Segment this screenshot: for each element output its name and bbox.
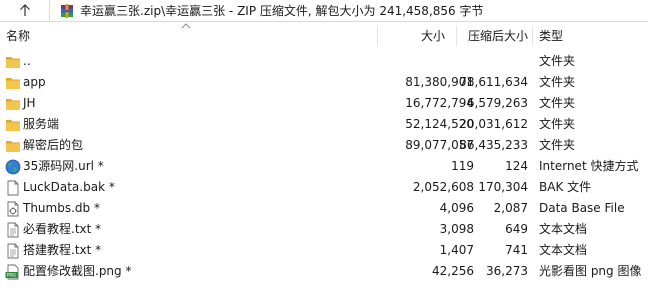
folder-up-icon: [6, 57, 20, 68]
column-header: 名称 大小 压缩后大小 类型: [0, 22, 648, 49]
folder-icon: [6, 120, 20, 131]
file-size: 16,772,794: [405, 96, 474, 110]
file-packed-size: 86,435,233: [459, 138, 528, 152]
path-field[interactable]: 幸运赢三张.zip\幸运赢三张 - ZIP 压缩文件, 解包大小为 241,45…: [50, 0, 648, 21]
file-name: Thumbs.db *: [23, 201, 100, 215]
file-row-luckdata[interactable]: LuckData.bak * 2,052,608 170,304 BAK 文件: [0, 177, 648, 198]
column-name-label: 名称: [6, 29, 31, 43]
winrar-archive-icon: [61, 3, 73, 18]
file-type: Internet 快捷方式: [539, 159, 639, 173]
file-name: 服务端: [23, 117, 60, 131]
folder-icon: [6, 78, 20, 89]
file-type: 文件夹: [539, 54, 576, 68]
file-name: 必看教程.txt *: [23, 222, 102, 236]
folder-icon: [6, 141, 20, 152]
file-packed-size: 78,611,634: [459, 75, 528, 89]
path-bar: 幸运赢三张.zip\幸运赢三张 - ZIP 压缩文件, 解包大小为 241,45…: [0, 0, 648, 22]
file-type: 文件夹: [539, 138, 576, 152]
file-name: 解密后的包: [23, 138, 84, 152]
file-size: 42,256: [432, 264, 474, 278]
file-name: LuckData.bak *: [23, 180, 115, 194]
file-packed-size: 170,304: [478, 180, 528, 194]
column-packed-size-label: 压缩后大小: [467, 29, 528, 43]
file-row-must-read-tutorial[interactable]: 必看教程.txt * 3,098 649 文本文档: [0, 219, 648, 240]
file-type: 文件夹: [539, 75, 576, 89]
file-type: 文本文档: [539, 222, 588, 236]
file-name: app: [23, 75, 46, 89]
column-type-label: 类型: [539, 29, 564, 43]
file-name: JH: [23, 96, 36, 110]
file-row-app[interactable]: app 81,380,901 78,611,634 文件夹: [0, 72, 648, 93]
internet-shortcut-icon: [5, 159, 21, 175]
file-packed-size: 649: [505, 222, 528, 236]
chevron-up-icon: [181, 23, 191, 29]
column-type[interactable]: 类型: [539, 22, 639, 49]
database-file-icon: [7, 201, 19, 217]
file-type: 文件夹: [539, 96, 576, 110]
file-type: BAK 文件: [539, 180, 592, 194]
file-packed-size: 741: [505, 243, 528, 257]
file-name: 35源码网.url *: [23, 159, 104, 173]
column-size-label: 大小: [420, 29, 445, 43]
file-type: 文本文档: [539, 243, 588, 257]
file-row-server[interactable]: 服务端 52,124,520 20,031,612 文件夹: [0, 114, 648, 135]
archive-path-text: 幸运赢三张.zip\幸运赢三张 - ZIP 压缩文件, 解包大小为 241,45…: [80, 4, 484, 18]
file-size: 2,052,608: [412, 180, 474, 194]
file-icon: [7, 180, 19, 196]
file-row-decrypted-package[interactable]: 解密后的包 89,077,057 86,435,233 文件夹: [0, 135, 648, 156]
file-row-url[interactable]: 35源码网.url * 119 124 Internet 快捷方式: [0, 156, 648, 177]
file-name: 配置修改截图.png *: [23, 264, 132, 278]
file-type: 文件夹: [539, 117, 576, 131]
file-name: ..: [23, 54, 31, 68]
file-packed-size: 36,273: [486, 264, 528, 278]
file-size: 3,098: [439, 222, 474, 236]
file-size: 119: [451, 159, 474, 173]
text-file-icon: [7, 222, 19, 238]
column-size[interactable]: 大小: [378, 22, 448, 49]
file-packed-size: 6,579,263: [466, 96, 528, 110]
column-name[interactable]: 名称: [6, 22, 376, 49]
file-type: 光影看图 png 图像: [539, 264, 642, 278]
file-row-thumbs[interactable]: Thumbs.db * 4,096 2,087 Data Base File: [0, 198, 648, 219]
file-packed-size: 2,087: [493, 201, 528, 215]
png-image-icon: PNG: [5, 264, 19, 280]
up-arrow-icon: [19, 4, 30, 16]
file-row-jh[interactable]: JH 16,772,794 6,579,263 文件夹: [0, 93, 648, 114]
column-packed-size[interactable]: 压缩后大小: [457, 22, 531, 49]
file-row-setup-tutorial[interactable]: 搭建教程.txt * 1,407 741 文本文档: [0, 240, 648, 261]
file-packed-size: 124: [505, 159, 528, 173]
file-type: Data Base File: [539, 201, 625, 215]
file-row-parent[interactable]: .. 文件夹: [0, 51, 648, 72]
text-file-icon: [7, 243, 19, 259]
file-name: 搭建教程.txt *: [23, 243, 102, 257]
file-size: 4,096: [439, 201, 474, 215]
file-packed-size: 20,031,612: [459, 117, 528, 131]
file-row-config-screenshot[interactable]: PNG 配置修改截图.png * 42,256 36,273 光影看图 png …: [0, 261, 648, 282]
column-divider[interactable]: [532, 26, 533, 46]
svg-text:PNG: PNG: [7, 273, 17, 279]
folder-icon: [6, 99, 20, 110]
file-size: 1,407: [439, 243, 474, 257]
up-button[interactable]: [0, 0, 50, 21]
